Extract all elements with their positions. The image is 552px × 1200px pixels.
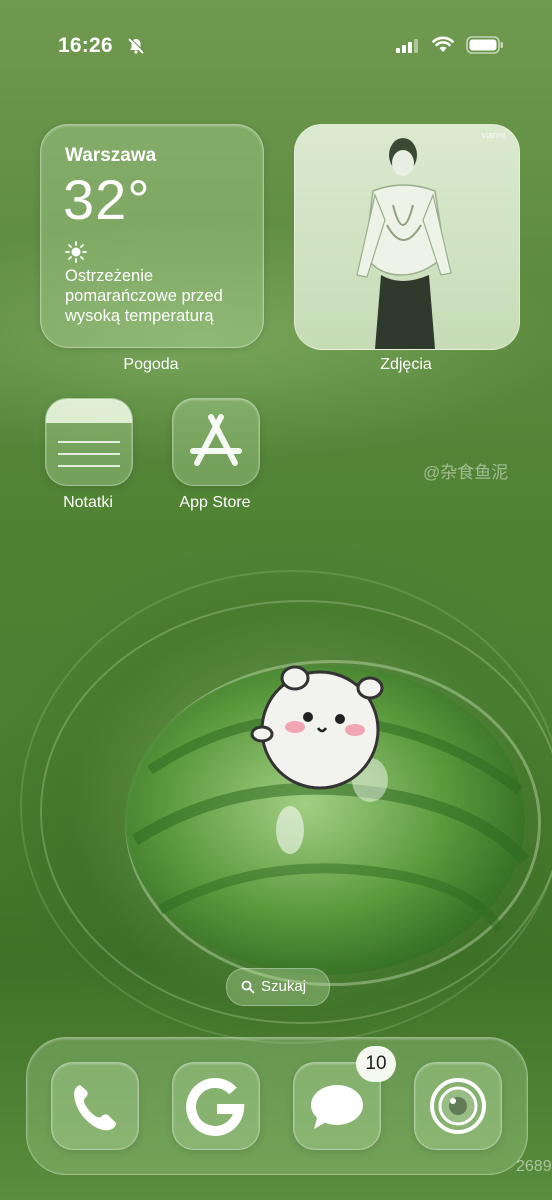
phone-icon <box>74 1085 116 1131</box>
weather-widget-label: Pogoda <box>123 356 179 373</box>
camera-icon <box>430 1078 486 1134</box>
photos-widget-label: Zdjęcia <box>380 356 432 373</box>
weather-widget[interactable]: Warszawa 32° Ostrzeżenie pomarańczowe pr… <box>40 124 264 348</box>
battery-icon <box>466 36 503 54</box>
messages-badge: 10 <box>356 1046 396 1082</box>
mascot-sticker <box>250 665 384 790</box>
status-time: 16:26 <box>58 34 113 57</box>
app-store-icon <box>190 414 242 466</box>
camera-app-icon[interactable] <box>414 1062 502 1150</box>
cellular-signal-icon <box>396 39 418 53</box>
weather-city: Warszawa <box>65 145 157 166</box>
google-app-icon[interactable] <box>172 1062 260 1150</box>
photos-widget[interactable]: vianni <box>294 124 520 350</box>
search-button[interactable]: Szukaj <box>226 968 330 1006</box>
corner-watermark: 2689 <box>516 1158 552 1175</box>
wifi-icon <box>432 36 454 52</box>
notes-icon <box>46 399 132 485</box>
app-store-app-label: App Store <box>179 494 251 511</box>
google-icon <box>186 1077 245 1136</box>
weather-temperature: 32° <box>63 168 151 231</box>
notes-app-icon[interactable] <box>45 398 133 486</box>
wallpaper-watermark: @杂食鱼泥 <box>423 463 509 482</box>
search-label: Szukaj <box>261 978 307 995</box>
silent-bell-icon <box>128 37 145 54</box>
search-icon <box>241 980 255 994</box>
status-bar: 16:26 <box>0 30 552 60</box>
sun-icon <box>65 241 87 263</box>
weather-warning: Ostrzeżenie pomarańczowe przed wysoką te… <box>65 267 223 325</box>
photo-skater <box>356 138 452 349</box>
notes-app-label: Notatki <box>63 494 113 511</box>
phone-app-icon[interactable] <box>51 1062 139 1150</box>
app-store-app-icon[interactable] <box>172 398 260 486</box>
